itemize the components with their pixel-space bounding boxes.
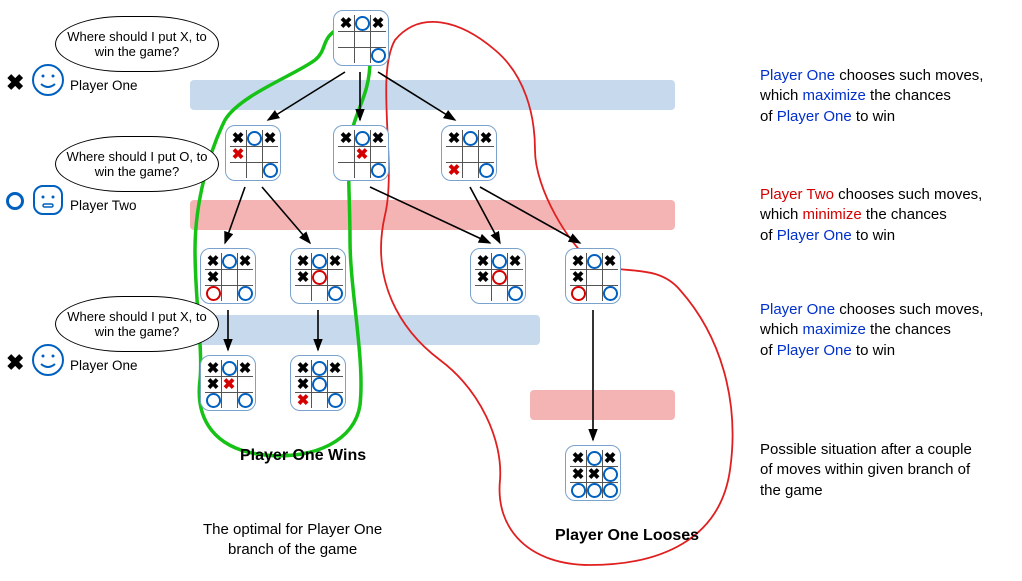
cell-0-0: ✖ [230, 130, 246, 146]
cell-0-1 [462, 130, 478, 146]
cell-2-0 [570, 482, 586, 498]
cell-1-1 [311, 376, 327, 392]
board-l2c: ✖✖✖ [470, 248, 526, 304]
bubble-player-one-2: Where should I put X, to win the game? [55, 296, 219, 352]
board-l2d: ✖✖✖ [565, 248, 621, 304]
board-l1a: ✖✖✖ [225, 125, 281, 181]
cell-2-2 [237, 392, 253, 408]
cell-0-0: ✖ [446, 130, 462, 146]
cell-0-2: ✖ [602, 253, 618, 269]
smiley-icon [30, 62, 66, 98]
cell-1-0: ✖ [205, 376, 221, 392]
cell-1-0: ✖ [205, 269, 221, 285]
cell-0-0: ✖ [570, 253, 586, 269]
smiley-icon-2 [30, 342, 66, 378]
cell-2-0 [570, 285, 586, 301]
cell-2-2 [370, 47, 386, 63]
cell-1-2 [602, 466, 618, 482]
board-l1b: ✖✖✖ [333, 125, 389, 181]
cell-2-2 [327, 285, 343, 301]
cell-2-2 [262, 162, 278, 178]
annotation-level-1: Player One chooses such moves, which max… [760, 66, 983, 127]
cell-0-2: ✖ [237, 253, 253, 269]
cell-0-1 [586, 450, 602, 466]
cell-2-2 [602, 285, 618, 301]
board-l3b: ✖✖✖✖ [290, 355, 346, 411]
cell-1-0: ✖ [295, 269, 311, 285]
cell-2-0 [205, 392, 221, 408]
label-player-one-wins: Player One Wins [240, 445, 366, 467]
cell-0-0: ✖ [295, 253, 311, 269]
cell-1-1: ✖ [221, 376, 237, 392]
cell-0-1 [354, 130, 370, 146]
cell-2-2 [370, 162, 386, 178]
cell-2-2 [237, 285, 253, 301]
cell-2-1 [586, 482, 602, 498]
label-player-two: Player Two [70, 198, 137, 213]
cell-1-0: ✖ [570, 269, 586, 285]
cell-0-2: ✖ [262, 130, 278, 146]
annotation-level-4: Possible situation after a couple of mov… [760, 440, 972, 501]
cell-2-2 [327, 392, 343, 408]
cell-1-1: ✖ [354, 146, 370, 162]
cell-2-2 [507, 285, 523, 301]
cell-0-1 [246, 130, 262, 146]
cell-0-2: ✖ [327, 253, 343, 269]
cell-0-1 [311, 360, 327, 376]
cell-2-0: ✖ [446, 162, 462, 178]
cell-2-2 [602, 482, 618, 498]
cell-0-2: ✖ [507, 253, 523, 269]
cell-0-2: ✖ [370, 130, 386, 146]
cell-0-1 [311, 253, 327, 269]
cell-0-1 [586, 253, 602, 269]
board-root: ✖✖ [333, 10, 389, 66]
annotation-level-3: Player One chooses such moves, which max… [760, 300, 983, 361]
x-mark-icon-2: ✖ [6, 350, 24, 376]
cell-1-1 [311, 269, 327, 285]
diagram-root: { "legend": { "player_one": { "bubble": … [0, 0, 1022, 581]
cell-0-0: ✖ [205, 360, 221, 376]
board-l2b: ✖✖✖ [290, 248, 346, 304]
cell-1-0: ✖ [230, 146, 246, 162]
cell-2-2 [478, 162, 494, 178]
cell-0-2: ✖ [327, 360, 343, 376]
cell-0-0: ✖ [570, 450, 586, 466]
annotation-level-2: Player Two chooses such moves, which min… [760, 185, 982, 246]
cell-0-2: ✖ [602, 450, 618, 466]
label-player-one-loses: Player One Looses [555, 525, 699, 547]
cell-1-1: ✖ [586, 466, 602, 482]
cell-0-0: ✖ [338, 15, 354, 31]
cell-0-0: ✖ [475, 253, 491, 269]
cell-0-1 [221, 253, 237, 269]
bubble-player-one-1: Where should I put X, to win the game? [55, 16, 219, 72]
o-mark-icon [6, 192, 24, 213]
label-player-one-1: Player One [70, 78, 138, 93]
cell-1-0: ✖ [295, 376, 311, 392]
cell-0-2: ✖ [478, 130, 494, 146]
robot-face-icon [30, 182, 66, 218]
cell-0-1 [354, 15, 370, 31]
cell-0-2: ✖ [237, 360, 253, 376]
cell-0-0: ✖ [338, 130, 354, 146]
cell-2-0 [205, 285, 221, 301]
cell-0-1 [491, 253, 507, 269]
cell-0-0: ✖ [205, 253, 221, 269]
cell-0-2: ✖ [370, 15, 386, 31]
cell-2-0: ✖ [295, 392, 311, 408]
cell-1-0: ✖ [475, 269, 491, 285]
cell-0-1 [221, 360, 237, 376]
label-player-one-2: Player One [70, 358, 138, 373]
label-optimal-branch: The optimal for Player One branch of the… [203, 520, 382, 561]
cell-0-0: ✖ [295, 360, 311, 376]
bubble-player-two: Where should I put O, to win the game? [55, 136, 219, 192]
board-final: ✖✖✖✖ [565, 445, 621, 501]
board-l3a: ✖✖✖✖ [200, 355, 256, 411]
board-l1c: ✖ ✖ ✖ [441, 125, 497, 181]
cell-1-1 [491, 269, 507, 285]
board-l2a: ✖✖✖ [200, 248, 256, 304]
x-mark-icon: ✖ [6, 70, 24, 96]
cell-1-0: ✖ [570, 466, 586, 482]
